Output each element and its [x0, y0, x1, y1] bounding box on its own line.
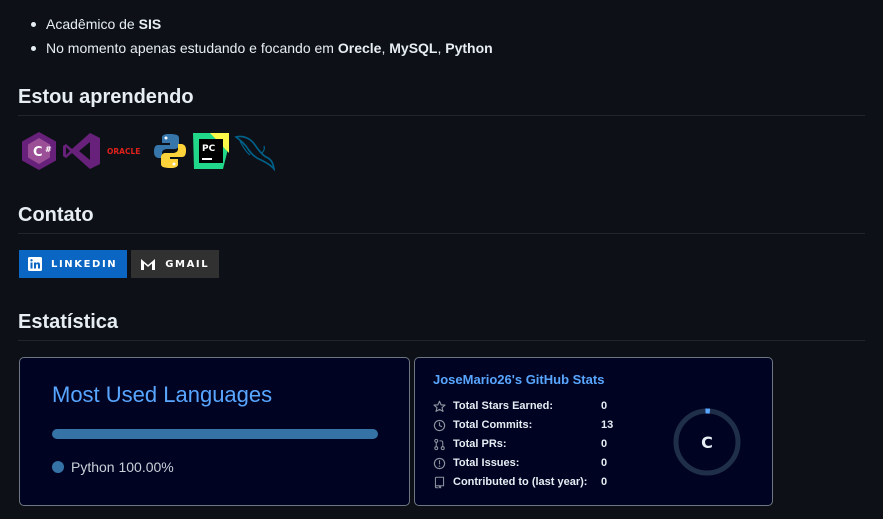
pycharm-icon[interactable]: PC — [192, 131, 230, 171]
pycharm-text: PC — [202, 144, 216, 154]
divider — [18, 115, 865, 116]
learning-heading: Estou aprendendo — [18, 86, 194, 108]
focus-oracle: Orecle — [337, 40, 382, 56]
issue-icon — [433, 457, 446, 469]
github-stats-card[interactable]: JoseMario26's GitHub Stats Total Stars E… — [414, 357, 773, 506]
github-stats-title: JoseMario26's GitHub Stats — [433, 372, 605, 387]
language-legend: Python 100.00% — [52, 459, 174, 475]
stat-row-prs: Total PRs: 0 — [433, 436, 607, 452]
divider — [18, 340, 865, 341]
about-item-text: Acadêmico de — [46, 16, 139, 32]
csharp-icon[interactable]: C # — [20, 131, 58, 171]
stat-label: Total Stars Earned: — [453, 400, 554, 412]
stat-label: Total Commits: — [453, 419, 533, 431]
stat-value: 0 — [601, 476, 608, 488]
stat-row-commits: Total Commits: 13 — [433, 417, 613, 433]
visual-studio-icon[interactable] — [62, 131, 102, 171]
rank-grade: C — [701, 433, 713, 452]
python-color-dot — [52, 461, 64, 473]
focus-python: Python — [445, 40, 493, 56]
star-icon — [433, 400, 446, 412]
languages-card-title: Most Used Languages — [52, 382, 273, 407]
linkedin-badge[interactable]: LINKEDIN — [19, 250, 128, 278]
stat-value: 0 — [601, 400, 608, 412]
gmail-label: GMAIL — [165, 258, 210, 270]
focus-mysql: MySQL — [389, 40, 438, 56]
stats-heading: Estatística — [18, 311, 119, 333]
gmail-icon — [141, 259, 156, 270]
repo-icon — [434, 476, 445, 489]
stat-row-issues: Total Issues: 0 — [433, 455, 607, 471]
language-name: Python — [71, 459, 115, 475]
contact-heading: Contato — [18, 204, 94, 226]
about-list: Acadêmico de SIS No momento apenas estud… — [31, 14, 493, 62]
svg-text:C: C — [33, 145, 43, 160]
language-percent: 100.00% — [118, 459, 174, 475]
mysql-icon[interactable] — [234, 131, 276, 171]
divider — [18, 233, 865, 234]
oracle-text: ORACLE — [107, 147, 140, 156]
stat-row-stars: Total Stars Earned: 0 — [433, 398, 607, 414]
stat-value: 0 — [601, 457, 608, 469]
about-item-course: Acadêmico de SIS — [31, 14, 493, 38]
oracle-icon[interactable]: ORACLE — [106, 131, 148, 171]
stat-label: Contributed to (last year): — [453, 476, 588, 488]
linkedin-label: LINKEDIN — [51, 258, 118, 270]
learning-icons: C # ORACLE PC — [20, 130, 276, 172]
most-used-languages-card[interactable]: Most Used Languages Python 100.00% — [19, 357, 410, 506]
stat-label: Total Issues: — [453, 457, 520, 469]
about-item-focus: No momento apenas estudando e focando em… — [31, 38, 493, 62]
stat-row-contributed: Contributed to (last year): 0 — [433, 474, 607, 490]
language-progress-bar — [52, 429, 378, 439]
stat-value: 13 — [601, 419, 614, 431]
linkedin-icon — [28, 257, 42, 271]
about-item-strong: SIS — [138, 16, 162, 32]
stat-label: Total PRs: — [453, 438, 507, 450]
stat-value: 0 — [601, 438, 608, 450]
rank-ring: C — [673, 408, 741, 476]
svg-text:#: # — [45, 145, 52, 154]
clock-icon — [433, 419, 446, 431]
gmail-badge[interactable]: GMAIL — [131, 250, 220, 278]
about-item-text: No momento apenas estudando e focando em — [46, 40, 338, 56]
pull-request-icon — [434, 438, 445, 450]
contact-badges: LINKEDIN GMAIL — [19, 250, 220, 278]
python-icon[interactable] — [152, 131, 188, 171]
